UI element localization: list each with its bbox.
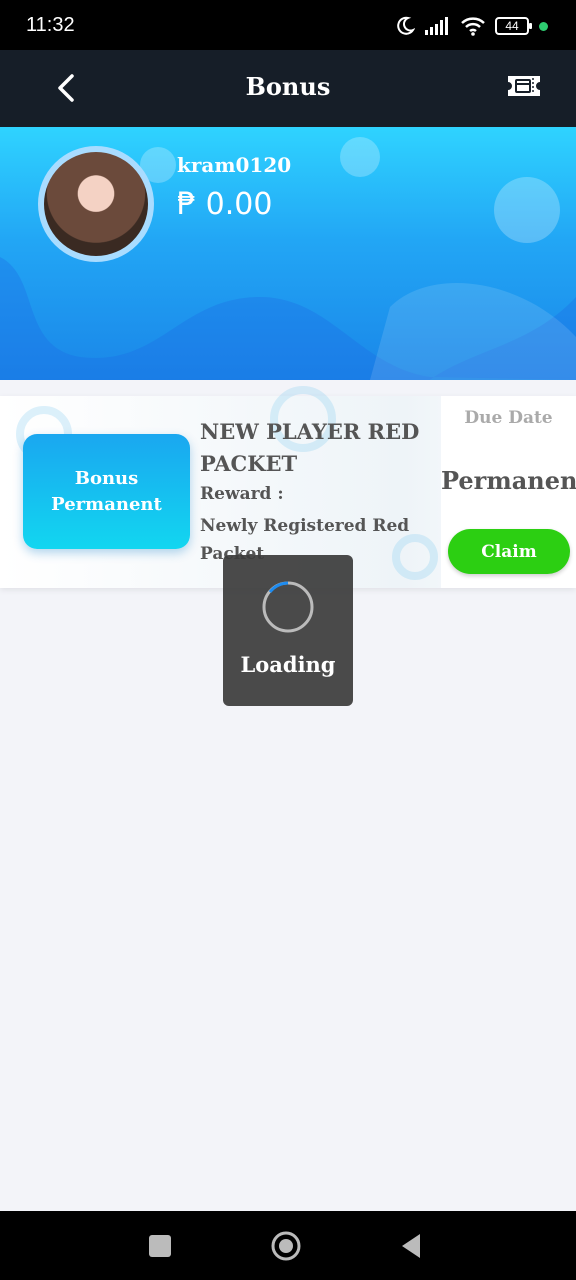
badge-line-2: Permanent bbox=[51, 493, 162, 515]
page-title: Bonus bbox=[245, 72, 331, 101]
wifi-icon bbox=[461, 17, 485, 36]
app-header: Bonus bbox=[0, 50, 576, 127]
username: kram0120 bbox=[177, 153, 292, 177]
loading-text: Loading bbox=[240, 652, 336, 677]
decor-bubble bbox=[340, 137, 380, 177]
avatar-image bbox=[44, 152, 148, 256]
due-date-label: Due Date bbox=[464, 408, 553, 428]
decor-bubble bbox=[494, 177, 560, 243]
avatar[interactable] bbox=[38, 146, 154, 262]
status-bar: 11:32 44 bbox=[0, 0, 576, 50]
signal-icon bbox=[425, 17, 448, 35]
claim-button[interactable]: Claim bbox=[448, 529, 570, 574]
moon-icon bbox=[397, 16, 415, 35]
reward-label: Reward : bbox=[200, 484, 284, 504]
balance: ₱ 0.00 bbox=[177, 187, 273, 222]
spinner-icon bbox=[262, 581, 314, 633]
system-nav-bar bbox=[0, 1211, 576, 1280]
back-nav-icon[interactable] bbox=[396, 1230, 428, 1262]
ticket-icon[interactable] bbox=[506, 72, 542, 100]
home-icon[interactable] bbox=[270, 1230, 302, 1262]
battery-indicator: 44 bbox=[495, 17, 532, 35]
due-date-value: Permanent bbox=[441, 466, 576, 495]
clock: 11:32 bbox=[26, 14, 75, 36]
profile-banner: kram0120 ₱ 0.00 bbox=[0, 127, 576, 380]
loading-dialog: Loading bbox=[223, 555, 353, 706]
privacy-dot bbox=[539, 21, 548, 31]
badge-line-1: Bonus bbox=[74, 467, 139, 489]
bonus-type-badge: Bonus Permanent bbox=[23, 434, 190, 549]
recents-icon[interactable] bbox=[144, 1230, 176, 1262]
due-date-panel: Due Date Permanent Claim bbox=[441, 396, 576, 588]
bonus-title: NEW PLAYER RED PACKET bbox=[200, 419, 420, 476]
status-icons: 44 bbox=[395, 14, 548, 38]
